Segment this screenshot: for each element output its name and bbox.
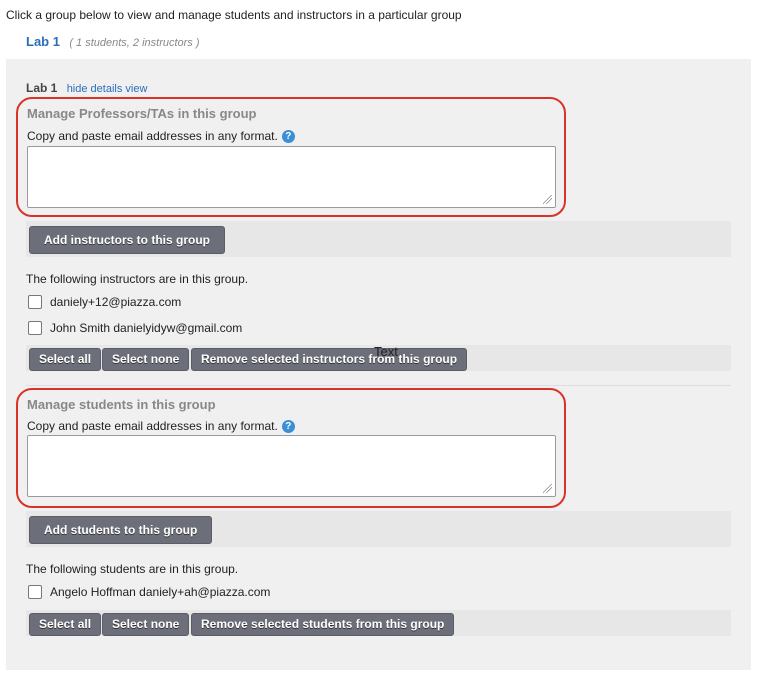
list-item: John Smith danielyidyw@gmail.com: [28, 321, 242, 335]
panel-title-text: Lab 1: [26, 81, 58, 95]
panel-title: Lab 1 hide details view: [26, 81, 147, 95]
add-instructors-button[interactable]: Add instructors to this group: [29, 226, 225, 254]
students-help-text: Copy and paste email addresses in any fo…: [27, 419, 278, 433]
add-students-button[interactable]: Add students to this group: [29, 516, 213, 544]
students-email-textarea[interactable]: [27, 435, 556, 497]
students-list-caption: The following students are in this group…: [26, 562, 239, 576]
students-add-bar: Add students to this group: [26, 511, 731, 547]
overlay-text-label: Text: [374, 344, 398, 359]
student-checkbox[interactable]: [28, 585, 42, 599]
manage-students-title: Manage students in this group: [27, 397, 216, 412]
select-all-instructors-button[interactable]: Select all: [29, 348, 102, 371]
help-icon[interactable]: ?: [281, 130, 295, 144]
instructors-list-caption: The following instructors are in this gr…: [26, 272, 249, 286]
instructors-help-text: Copy and paste email addresses in any fo…: [27, 129, 278, 143]
instructor-name: daniely+12@piazza.com: [50, 295, 182, 309]
resize-grip-icon[interactable]: [543, 195, 552, 204]
group-meta: ( 1 students, 2 instructors ): [69, 37, 200, 49]
select-all-students-button[interactable]: Select all: [29, 613, 102, 636]
remove-students-button[interactable]: Remove selected students from this group: [191, 613, 455, 636]
hide-details-link[interactable]: hide details view: [67, 83, 148, 95]
group-link-lab1[interactable]: Lab 1: [26, 34, 60, 49]
manage-students-box: Manage students in this group Copy and p…: [16, 388, 566, 508]
intro-text: Click a group below to view and manage s…: [6, 8, 462, 22]
instructors-add-bar: Add instructors to this group: [26, 221, 731, 257]
select-none-instructors-button[interactable]: Select none: [102, 348, 190, 371]
manage-instructors-box: Manage Professors/TAs in this group Copy…: [16, 97, 566, 217]
select-none-students-button[interactable]: Select none: [102, 613, 190, 636]
remove-instructors-button[interactable]: Remove selected instructors from this gr…: [191, 348, 468, 371]
help-icon[interactable]: ?: [281, 420, 295, 434]
group-link-row: Lab 1 ( 1 students, 2 instructors ): [26, 34, 200, 49]
section-divider: [26, 385, 731, 386]
instructors-email-textarea[interactable]: [27, 146, 556, 208]
list-item: Angelo Hoffman daniely+ah@piazza.com: [28, 585, 270, 599]
instructor-checkbox[interactable]: [28, 321, 42, 335]
instructor-checkbox[interactable]: [28, 295, 42, 309]
list-item: daniely+12@piazza.com: [28, 295, 181, 309]
instructor-name: John Smith danielyidyw@gmail.com: [50, 321, 243, 335]
student-name: Angelo Hoffman daniely+ah@piazza.com: [50, 585, 271, 599]
group-details-panel: Lab 1 hide details view Manage Professor…: [6, 59, 751, 670]
instructors-help-text-row: Copy and paste email addresses in any fo…: [27, 129, 295, 144]
resize-grip-icon[interactable]: [543, 484, 552, 493]
students-select-bar: Select all Select none Remove selected s…: [26, 610, 731, 636]
manage-instructors-title: Manage Professors/TAs in this group: [27, 106, 257, 121]
students-help-text-row: Copy and paste email addresses in any fo…: [27, 419, 295, 434]
